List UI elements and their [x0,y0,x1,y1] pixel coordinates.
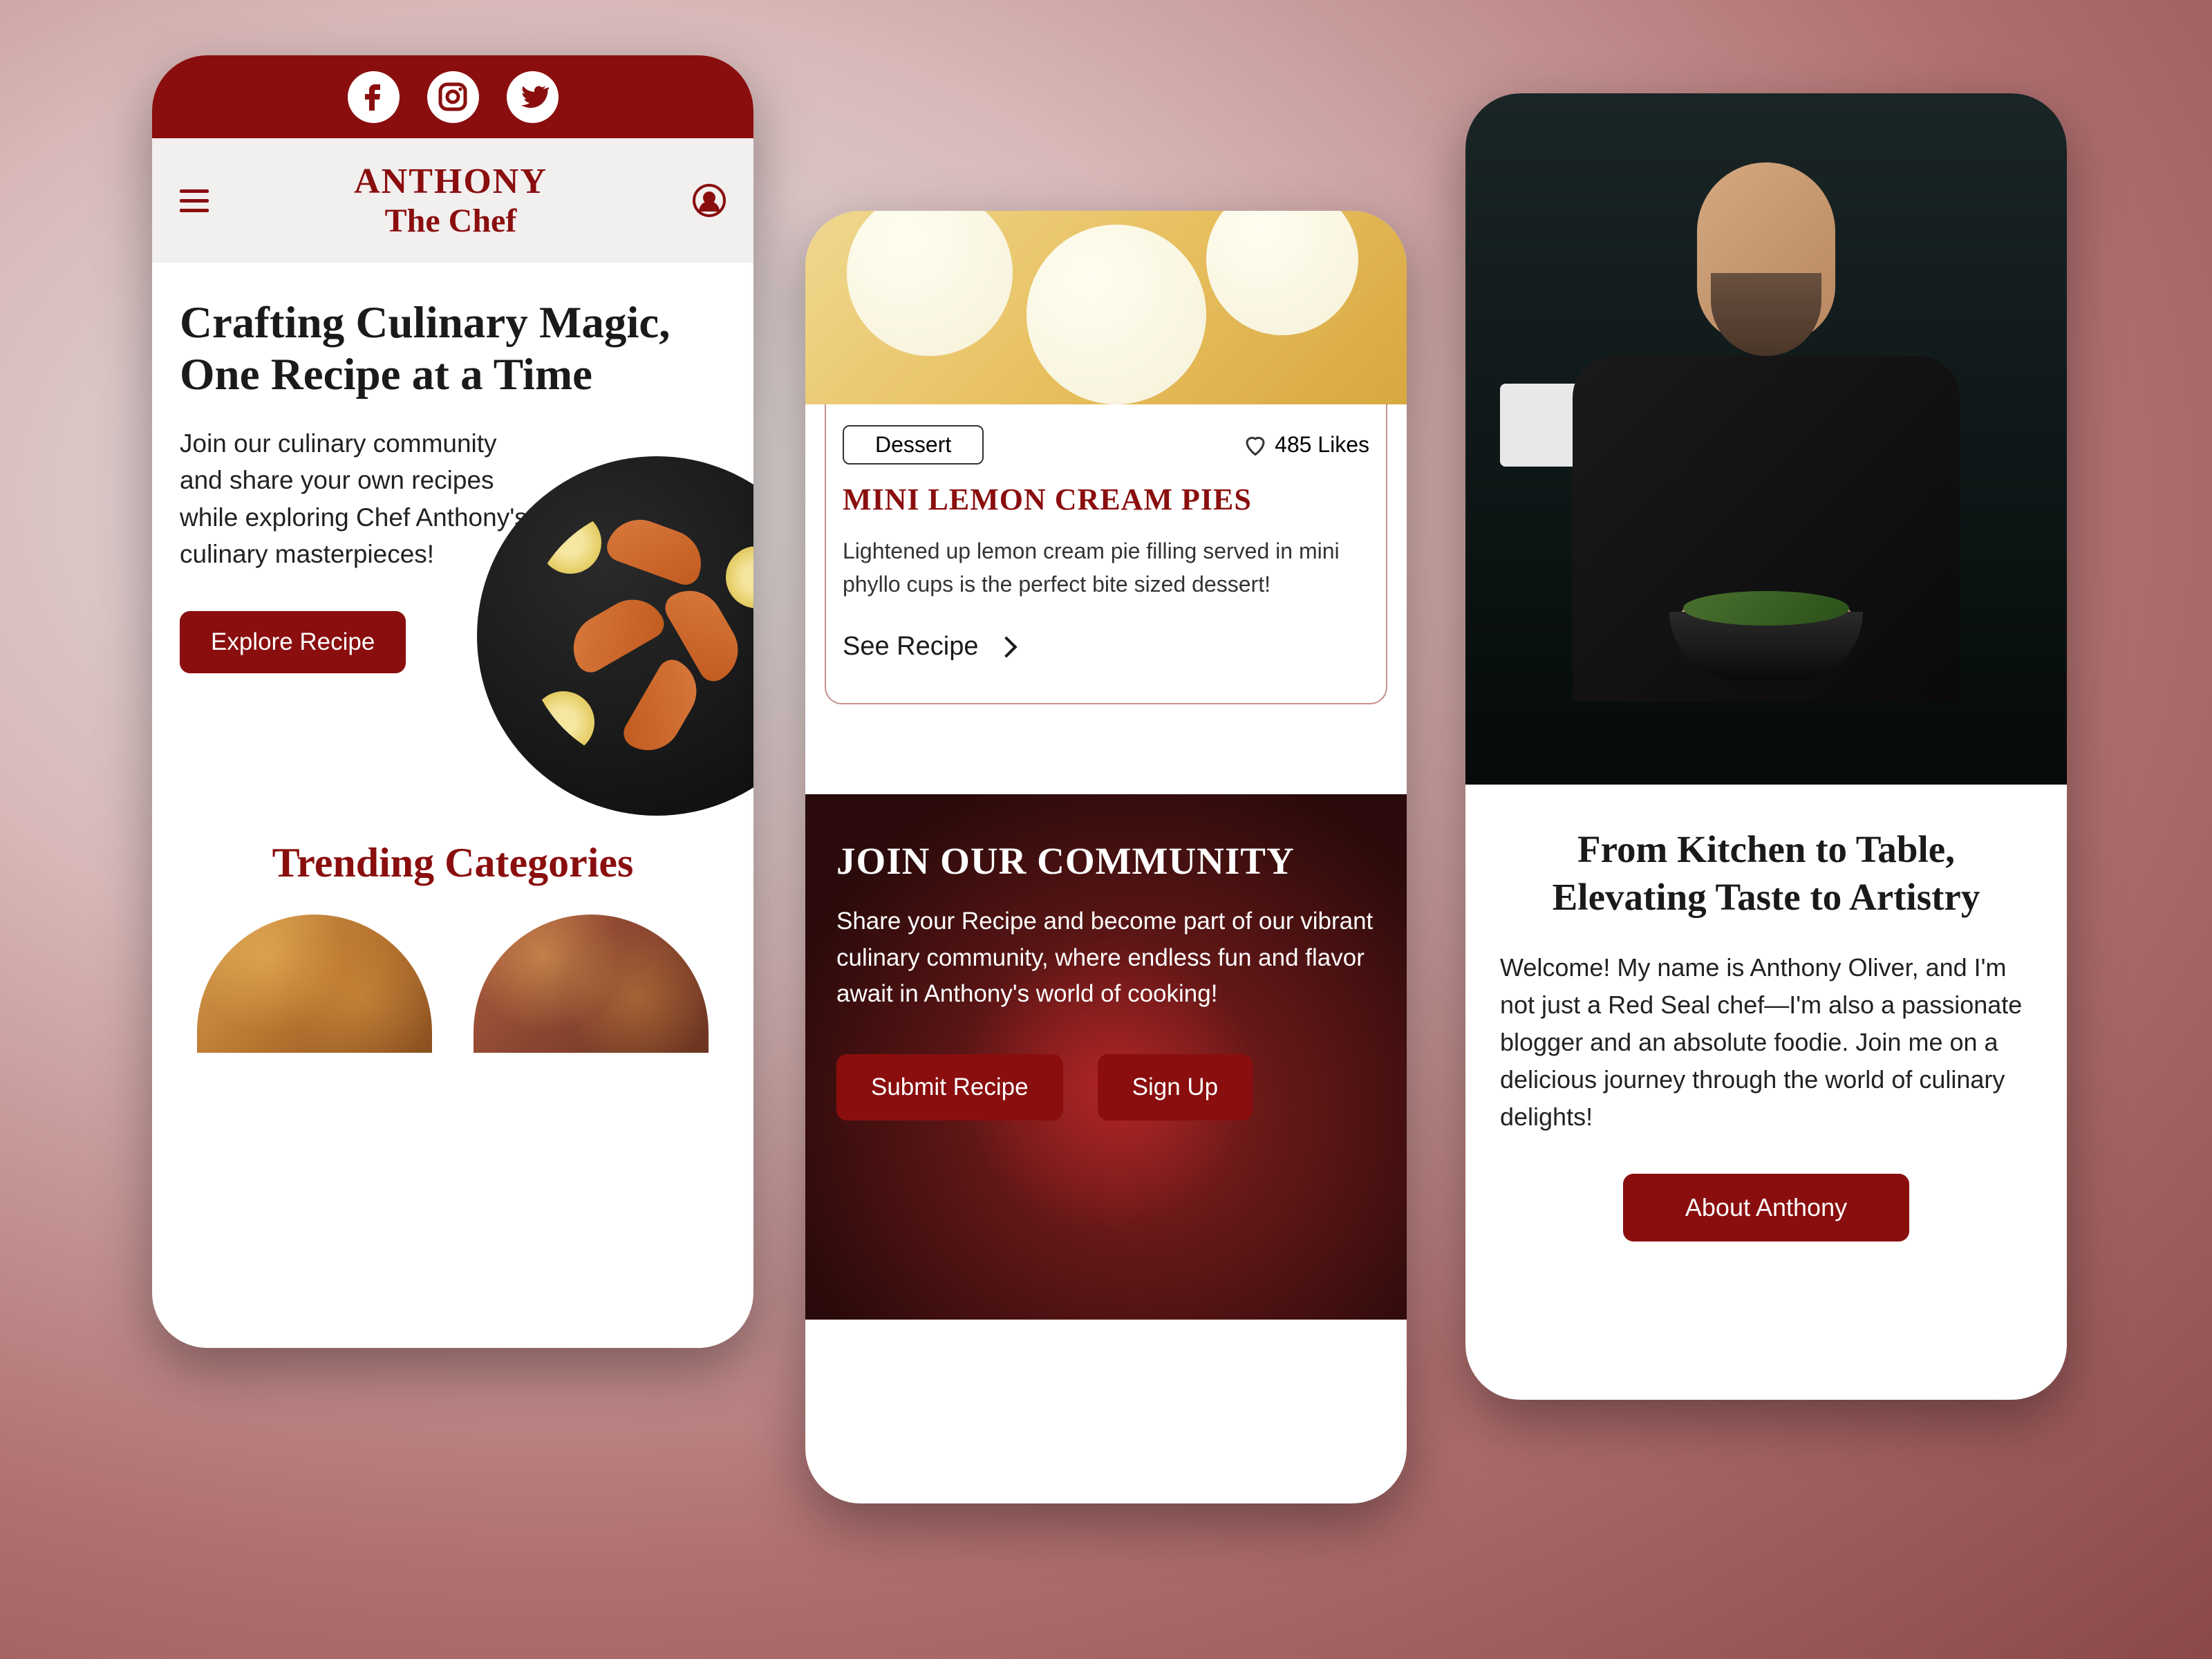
likes-count[interactable]: 485 Likes [1243,432,1369,458]
recipe-screen: Dessert 485 Likes MINI LEMON CREAM PIES … [805,211,1407,1503]
home-screen: ANTHONY The Chef Crafting Culinary Magic… [152,55,753,1348]
brand-line1: ANTHONY [354,161,547,202]
category-thumbnail[interactable] [197,915,432,1053]
hero-section: Crafting Culinary Magic, One Recipe at a… [152,263,753,673]
explore-recipe-button[interactable]: Explore Recipe [180,611,406,673]
hero-title: Crafting Culinary Magic, One Recipe at a… [180,297,726,401]
brand-line2: The Chef [354,202,547,240]
instagram-icon[interactable] [427,71,479,123]
social-bar [152,55,753,138]
community-section: JOIN OUR COMMUNITY Share your Recipe and… [805,794,1407,1320]
recipe-title: MINI LEMON CREAM PIES [843,482,1369,517]
header: ANTHONY The Chef [152,138,753,263]
about-anthony-button[interactable]: About Anthony [1623,1174,1909,1241]
hero-body: Join our culinary community and share yo… [180,425,532,574]
brand-logo[interactable]: ANTHONY The Chef [354,161,547,240]
trending-title: Trending Categories [180,839,726,887]
category-badge[interactable]: Dessert [843,425,984,465]
recipe-image [805,211,1407,404]
likes-text: 485 Likes [1275,432,1369,458]
see-recipe-link[interactable]: See Recipe [843,632,1369,662]
twitter-icon[interactable] [507,71,559,123]
heart-icon [1243,433,1268,458]
community-title: JOIN OUR COMMUNITY [836,839,1376,883]
about-title: From Kitchen to Table, Elevating Taste t… [1500,826,2032,921]
category-thumbnail[interactable] [474,915,709,1053]
submit-recipe-button[interactable]: Submit Recipe [836,1054,1063,1121]
about-screen: From Kitchen to Table, Elevating Taste t… [1465,93,2067,1400]
recipe-card: Dessert 485 Likes MINI LEMON CREAM PIES … [825,404,1387,704]
sign-up-button[interactable]: Sign Up [1098,1054,1253,1121]
recipe-description: Lightened up lemon cream pie filling ser… [843,534,1369,601]
about-body: Welcome! My name is Anthony Oliver, and … [1500,949,2032,1136]
chef-photo [1465,93,2067,785]
facebook-icon[interactable] [348,71,400,123]
see-recipe-label: See Recipe [843,632,978,662]
menu-icon[interactable] [180,189,209,212]
community-body: Share your Recipe and become part of our… [836,903,1376,1013]
chevron-right-icon [996,636,1018,657]
account-icon[interactable] [693,184,726,217]
about-section: From Kitchen to Table, Elevating Taste t… [1465,785,2067,1283]
